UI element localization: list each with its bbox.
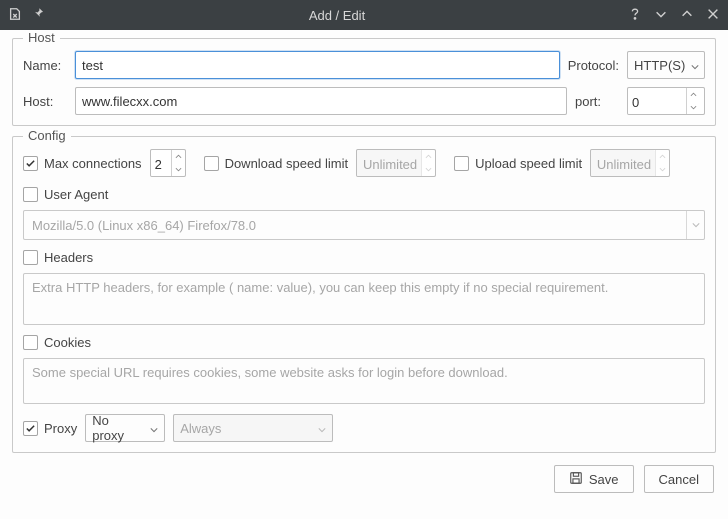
titlebar: Add / Edit [0, 0, 728, 30]
save-button[interactable]: Save [554, 465, 634, 493]
max-conn-down-icon[interactable] [172, 163, 185, 176]
proxy-when-value: Always [180, 421, 312, 436]
dl-limit-input [357, 150, 421, 177]
minimize-icon[interactable] [654, 7, 668, 24]
port-spinbox[interactable] [627, 87, 705, 115]
ul-limit-input [591, 150, 655, 177]
window-title: Add / Edit [46, 8, 628, 23]
max-conn-label: Max connections [44, 156, 142, 171]
user-agent-checkbox[interactable]: User Agent [23, 187, 108, 202]
user-agent-drop-icon [686, 211, 704, 239]
chevron-down-icon [691, 58, 699, 73]
ul-limit-spinbox [590, 149, 670, 177]
protocol-value: HTTP(S) [634, 58, 685, 73]
dl-limit-checkbox[interactable]: Download speed limit [204, 156, 349, 171]
host-input[interactable] [75, 87, 567, 115]
save-icon [569, 471, 583, 488]
cookies-textarea: Some special URL requires cookies, some … [23, 358, 705, 404]
user-agent-label: User Agent [44, 187, 108, 202]
ul-up-icon [656, 150, 669, 163]
proxy-combo[interactable]: No proxy [85, 414, 165, 442]
headers-textarea: Extra HTTP headers, for example ( name: … [23, 273, 705, 325]
maximize-icon[interactable] [680, 7, 694, 24]
max-conn-checkbox[interactable]: Max connections [23, 156, 142, 171]
proxy-label: Proxy [44, 421, 77, 436]
user-agent-combo: Mozilla/5.0 (Linux x86_64) Firefox/78.0 [23, 210, 705, 240]
port-label: port: [575, 94, 619, 109]
max-conn-spinbox[interactable] [150, 149, 186, 177]
port-input[interactable] [628, 88, 686, 115]
help-icon[interactable] [628, 7, 642, 24]
headers-checkbox[interactable]: Headers [23, 250, 93, 265]
headers-label: Headers [44, 250, 93, 265]
port-up-icon[interactable] [687, 88, 700, 101]
dl-limit-spinbox [356, 149, 436, 177]
protocol-label: Protocol: [568, 58, 619, 73]
host-label: Host: [23, 94, 67, 109]
chevron-down-icon [318, 421, 326, 436]
dl-up-icon [422, 150, 435, 163]
ul-limit-label: Upload speed limit [475, 156, 582, 171]
host-group: Host Name: Protocol: HTTP(S) Host: port: [12, 38, 716, 126]
proxy-when-combo: Always [173, 414, 333, 442]
name-label: Name: [23, 58, 67, 73]
chevron-down-icon [150, 421, 158, 436]
dl-down-icon [422, 163, 435, 176]
ul-limit-checkbox[interactable]: Upload speed limit [454, 156, 582, 171]
cancel-button[interactable]: Cancel [644, 465, 714, 493]
max-conn-up-icon[interactable] [172, 150, 185, 163]
cancel-label: Cancel [659, 472, 699, 487]
dl-limit-label: Download speed limit [225, 156, 349, 171]
config-group: Config Max connections Download speed li… [12, 136, 716, 453]
config-legend: Config [23, 128, 71, 143]
cookies-label: Cookies [44, 335, 91, 350]
max-conn-input[interactable] [151, 150, 171, 177]
save-label: Save [589, 472, 619, 487]
user-agent-value: Mozilla/5.0 (Linux x86_64) Firefox/78.0 [24, 211, 686, 239]
name-input[interactable] [75, 51, 560, 79]
ul-down-icon [656, 163, 669, 176]
protocol-combo[interactable]: HTTP(S) [627, 51, 705, 79]
app-icon [8, 7, 22, 24]
proxy-value: No proxy [92, 413, 144, 443]
proxy-checkbox[interactable]: Proxy [23, 421, 77, 436]
close-icon[interactable] [706, 7, 720, 24]
pin-icon[interactable] [32, 7, 46, 24]
host-legend: Host [23, 30, 60, 45]
cookies-checkbox[interactable]: Cookies [23, 335, 91, 350]
port-down-icon[interactable] [687, 101, 700, 114]
